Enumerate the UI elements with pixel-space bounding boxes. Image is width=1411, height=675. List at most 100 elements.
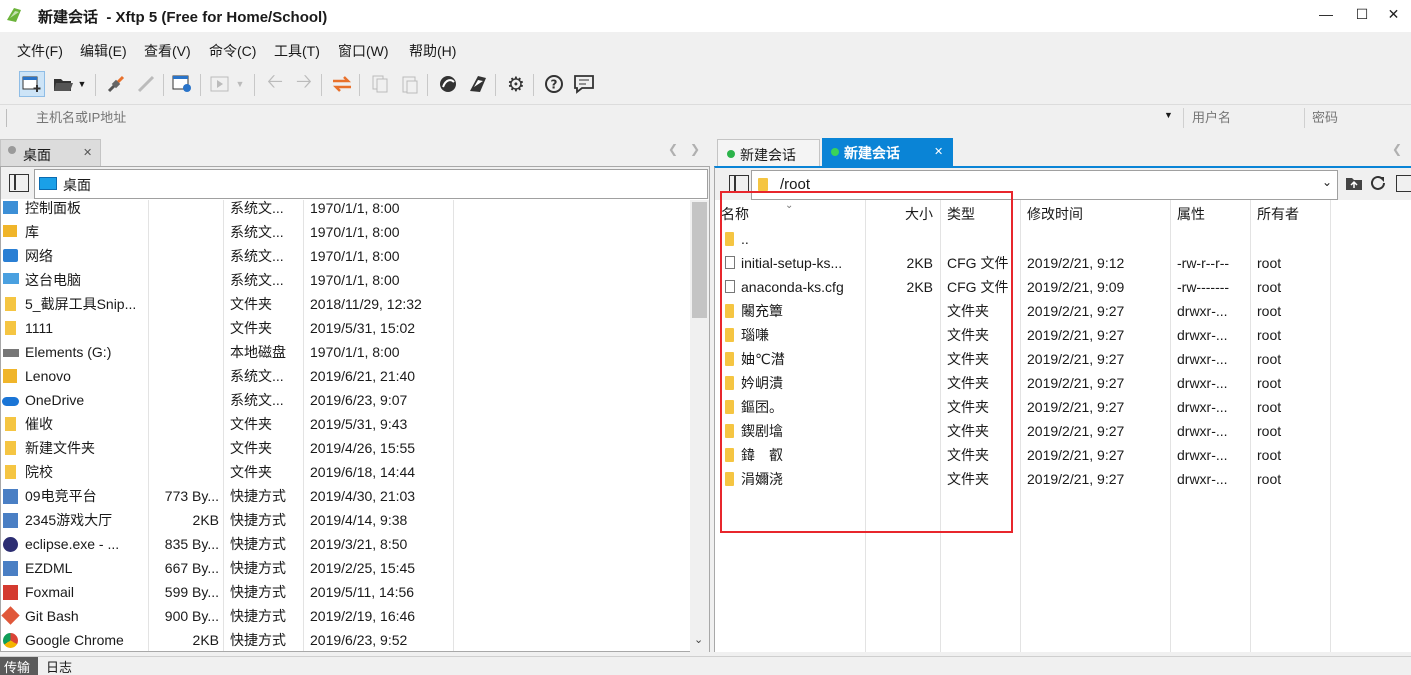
file-name: OneDrive (25, 392, 85, 408)
tab-session-2[interactable]: 新建会话 ✕ (822, 138, 953, 166)
header-type[interactable]: 类型 (947, 200, 975, 228)
file-modified: 2019/6/23, 9:07 (310, 392, 408, 408)
tab-scroll-left-icon[interactable]: ❮ (1392, 142, 1402, 156)
table-row[interactable]: .. (715, 227, 1411, 251)
file-owner: root (1257, 423, 1282, 439)
tab-scroll-right-icon[interactable]: ❯ (690, 142, 700, 156)
table-row[interactable]: 妗岄潰 文件夹 2019/2/21, 9:27 drwxr-... root (715, 371, 1411, 395)
file-modified: 2019/6/18, 14:44 (310, 464, 416, 480)
file-modified: 1970/1/1, 8:00 (310, 200, 400, 216)
table-row[interactable]: OneDrive 系统文... 2019/6/23, 9:07 (1, 388, 689, 412)
table-row[interactable]: 这台电脑 系统文... 1970/1/1, 8:00 (1, 268, 689, 292)
table-row[interactable]: Elements (G:) 本地磁盘 1970/1/1, 8:00 (1, 340, 689, 364)
table-row[interactable]: 控制面板 系统文... 1970/1/1, 8:00 (1, 196, 689, 220)
header-owner[interactable]: 所有者 (1257, 200, 1299, 228)
tab-session-1[interactable]: 新建会话 (717, 139, 820, 167)
tab-desktop[interactable]: 桌面 ✕ (0, 139, 101, 167)
table-row[interactable]: 新建文件夹 文件夹 2019/4/26, 15:55 (1, 436, 689, 460)
file-type: 文件夹 (230, 416, 272, 432)
table-row[interactable]: Git Bash 900 By... 快捷方式 2019/2/19, 16:46 (1, 604, 689, 628)
toggle-tree-button[interactable] (9, 174, 29, 192)
file-modified: 2019/2/21, 9:12 (1027, 255, 1125, 271)
table-row[interactable]: 库 系统文... 1970/1/1, 8:00 (1, 220, 689, 244)
scroll-down-icon[interactable]: ⌄ (694, 633, 703, 646)
chevron-down-icon: ▼ (77, 79, 87, 89)
file-name: Lenovo (25, 368, 71, 384)
header-name[interactable]: 名称 (721, 200, 749, 228)
local-scrollbar[interactable]: ⌄ (690, 200, 709, 652)
tab-log[interactable]: 日志 (46, 657, 72, 675)
close-tab-icon[interactable]: ✕ (83, 146, 92, 159)
help-button[interactable]: ? (541, 71, 567, 97)
refresh-button[interactable] (1369, 174, 1387, 192)
tab-scroll-left-icon[interactable]: ❮ (668, 142, 678, 156)
close-window-button[interactable]: ✕ (1376, 0, 1411, 28)
menu-help[interactable]: 帮助(H) (409, 41, 456, 61)
menu-tools[interactable]: 工具(T) (274, 41, 320, 61)
table-row[interactable]: 闂充簟 文件夹 2019/2/21, 9:27 drwxr-... root (715, 299, 1411, 323)
table-row[interactable]: 鍏 叡 文件夹 2019/2/21, 9:27 drwxr-... root (715, 443, 1411, 467)
table-row[interactable]: 涓嬭浇 文件夹 2019/2/21, 9:27 drwxr-... root (715, 467, 1411, 491)
header-size[interactable]: 大小 (905, 200, 933, 228)
table-row[interactable]: 09电竞平台 773 By... 快捷方式 2019/4/30, 21:03 (1, 484, 689, 508)
close-tab-icon[interactable]: ✕ (934, 145, 943, 158)
feedback-button[interactable] (571, 71, 597, 97)
header-modified[interactable]: 修改时间 (1027, 200, 1083, 228)
file-type: 文件夹 (947, 471, 989, 487)
open-dropdown-button[interactable]: ▼ (75, 71, 89, 97)
table-row[interactable]: 催收 文件夹 2019/5/31, 9:43 (1, 412, 689, 436)
scrollbar-thumb[interactable] (692, 202, 707, 318)
file-size: 599 By... (164, 584, 219, 600)
table-row[interactable]: Lenovo 系统文... 2019/6/21, 21:40 (1, 364, 689, 388)
table-row[interactable]: 1111 文件夹 2019/5/31, 15:02 (1, 316, 689, 340)
menu-view[interactable]: 查看(V) (144, 41, 191, 61)
table-row[interactable]: initial-setup-ks... 2KB CFG 文件 2019/2/21, 9… (715, 251, 1411, 275)
menu-edit[interactable]: 编辑(E) (80, 41, 127, 61)
path-dropdown-icon[interactable]: ⌄ (1322, 175, 1332, 189)
options-button[interactable]: ⚙ (503, 71, 529, 97)
open-button[interactable] (51, 71, 77, 97)
back-button: 🡠 (262, 71, 288, 97)
host-dropdown-button[interactable]: ▼ (1164, 110, 1173, 120)
table-row[interactable]: 院校 文件夹 2019/6/18, 14:44 (1, 460, 689, 484)
table-row[interactable]: Google Chrome 2KB 快捷方式 2019/6/23, 9:52 (1, 628, 689, 652)
table-row[interactable]: 鏂囨。 文件夹 2019/2/21, 9:27 drwxr-... root (715, 395, 1411, 419)
password-input[interactable] (1306, 106, 1411, 128)
table-row[interactable]: 2345游戏大厅 2KB 快捷方式 2019/4/14, 9:38 (1, 508, 689, 532)
menu-file[interactable]: 文件(F) (17, 41, 63, 61)
menu-window[interactable]: 窗口(W) (338, 41, 389, 61)
network-icon (3, 249, 18, 262)
session-settings-button[interactable] (170, 71, 196, 97)
table-row[interactable]: eclipse.exe - ... 835 By... 快捷方式 2019/3/21,… (1, 532, 689, 556)
table-row[interactable]: 妯℃澘 文件夹 2019/2/21, 9:27 drwxr-... root (715, 347, 1411, 371)
table-row[interactable]: anaconda-ks.cfg 2KB CFG 文件 2019/2/21, 9:09 -… (715, 275, 1411, 299)
folder-icon (5, 465, 16, 479)
table-row[interactable]: 网络 系统文... 1970/1/1, 8:00 (1, 244, 689, 268)
connect-button[interactable] (103, 71, 129, 97)
new-session-button[interactable] (19, 71, 45, 97)
menu-command[interactable]: 命令(C) (209, 41, 256, 61)
xftp-button[interactable] (465, 71, 491, 97)
tab-label: 桌面 (23, 147, 51, 163)
view-toggle-button[interactable] (1396, 175, 1411, 192)
username-input[interactable] (1186, 106, 1304, 128)
table-row[interactable]: 瑙嗛 文件夹 2019/2/21, 9:27 drwxr-... root (715, 323, 1411, 347)
table-row[interactable]: Foxmail 599 By... 快捷方式 2019/5/11, 14:56 (1, 580, 689, 604)
file-modified: 2019/5/31, 15:02 (310, 320, 416, 336)
host-input[interactable] (12, 106, 1198, 128)
xshell-button[interactable] (435, 71, 461, 97)
table-row[interactable]: EZDML 667 By... 快捷方式 2019/2/25, 15:45 (1, 556, 689, 580)
new-session-icon (22, 76, 41, 92)
transfer-button (207, 71, 233, 97)
address-bar: ▼ (0, 104, 1411, 131)
toggle-tree-button[interactable] (729, 175, 749, 193)
tab-transfer[interactable]: 传输 (0, 657, 38, 675)
file-type: 快捷方式 (230, 560, 286, 576)
parent-folder-button[interactable] (1345, 175, 1363, 191)
header-attributes[interactable]: 属性 (1177, 200, 1205, 228)
table-row[interactable]: 鍥剧墖 文件夹 2019/2/21, 9:27 drwxr-... root (715, 419, 1411, 443)
table-row[interactable]: 5_截屏工具Snip... 文件夹 2018/11/29, 12:32 (1, 292, 689, 316)
remote-path-field[interactable]: /root ⌄ (751, 170, 1338, 200)
sync-button[interactable] (329, 71, 355, 97)
local-path-field[interactable]: 桌面 (34, 169, 708, 199)
